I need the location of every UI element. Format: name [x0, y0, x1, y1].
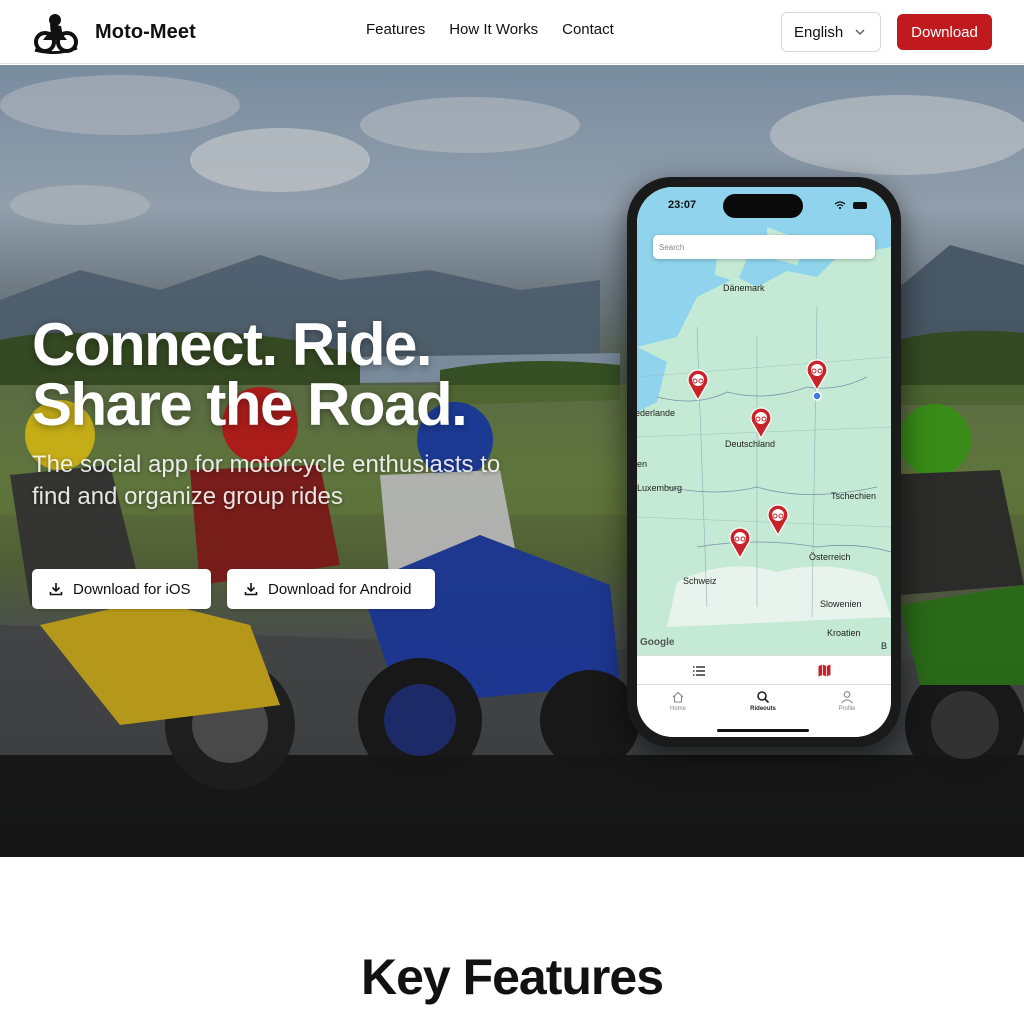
search-icon [757, 691, 770, 704]
map-pin-icon[interactable] [750, 407, 772, 439]
features-title: Key Features [360, 949, 664, 1005]
tab-profile[interactable]: Profile [822, 690, 872, 712]
map-pin-icon[interactable] [767, 504, 789, 536]
download-icon [49, 583, 63, 596]
phone-screen: Search Dänemark ederlande Deutschland en… [637, 187, 891, 737]
profile-icon [841, 691, 853, 704]
home-indicator [717, 729, 809, 732]
nav-link-contact[interactable]: Contact [562, 21, 614, 38]
hero-section: Connect. Ride. Share the Road. The socia… [0, 65, 1024, 857]
map-label: B [881, 641, 888, 651]
status-time: 23:07 [668, 199, 697, 211]
map-label: Dänemark [723, 283, 765, 293]
download-icon [244, 583, 258, 596]
map-label: Tschechien [831, 491, 877, 501]
motorcycle-logo-icon [34, 14, 78, 54]
hero-title-line-1: Connect. Ride. [32, 311, 433, 378]
download-ios-label: Download for iOS [73, 580, 191, 598]
nav-link-how-it-works[interactable]: How It Works [449, 21, 538, 38]
map-label: en [637, 459, 648, 469]
home-icon [672, 691, 684, 703]
hero-title-line-2: Share the Road. [32, 371, 468, 438]
language-value: English [794, 23, 844, 41]
download-android-button[interactable]: Download for Android [227, 569, 435, 609]
list-icon[interactable] [693, 665, 705, 677]
tab-rideouts[interactable]: Rideouts [738, 690, 788, 712]
brand[interactable]: Moto-Meet [33, 10, 196, 54]
tab-rideouts-label: Rideouts [750, 706, 776, 712]
phone-mockup: Search Dänemark ederlande Deutschland en… [627, 177, 901, 747]
download-button[interactable]: Download [897, 14, 992, 50]
map-icon[interactable] [818, 664, 831, 677]
language-select[interactable]: English [781, 12, 881, 52]
download-ios-button[interactable]: Download for iOS [32, 569, 211, 609]
map-label: Luxemburg [637, 483, 683, 493]
map-search-input[interactable]: Search [653, 235, 875, 259]
brand-name: Moto-Meet [95, 20, 196, 43]
hero-subtitle: The social app for motorcycle enthusiast… [32, 451, 501, 510]
map-view: Search Dänemark ederlande Deutschland en… [637, 187, 891, 655]
tab-home[interactable]: Home [653, 690, 703, 712]
dynamic-island [723, 194, 803, 218]
map-attribution: Google [640, 637, 675, 648]
map-pin-icon[interactable] [687, 369, 709, 401]
nav-link-features[interactable]: Features [366, 21, 425, 38]
view-toggle [637, 655, 891, 685]
chevron-down-icon [855, 29, 865, 35]
tab-profile-label: Profile [838, 706, 856, 712]
tab-home-label: Home [669, 706, 686, 712]
map-label: Deutschland [725, 439, 776, 449]
map-label: Schweiz [683, 576, 717, 586]
status-icons [834, 201, 867, 210]
map-label: Österreich [809, 552, 851, 562]
map-label: Kroatien [827, 628, 861, 638]
main-nav: Features How It Works Contact [366, 21, 614, 38]
download-android-label: Download for Android [268, 580, 412, 598]
navbar: Moto-Meet Features How It Works Contact … [0, 0, 1024, 64]
hero-title: Connect. Ride. Share the Road. [32, 315, 592, 435]
map-pin-icon[interactable] [806, 359, 828, 391]
map-label: ederlande [637, 408, 676, 418]
map-label: Slowenien [820, 599, 862, 609]
map-pin-icon[interactable] [729, 527, 751, 559]
